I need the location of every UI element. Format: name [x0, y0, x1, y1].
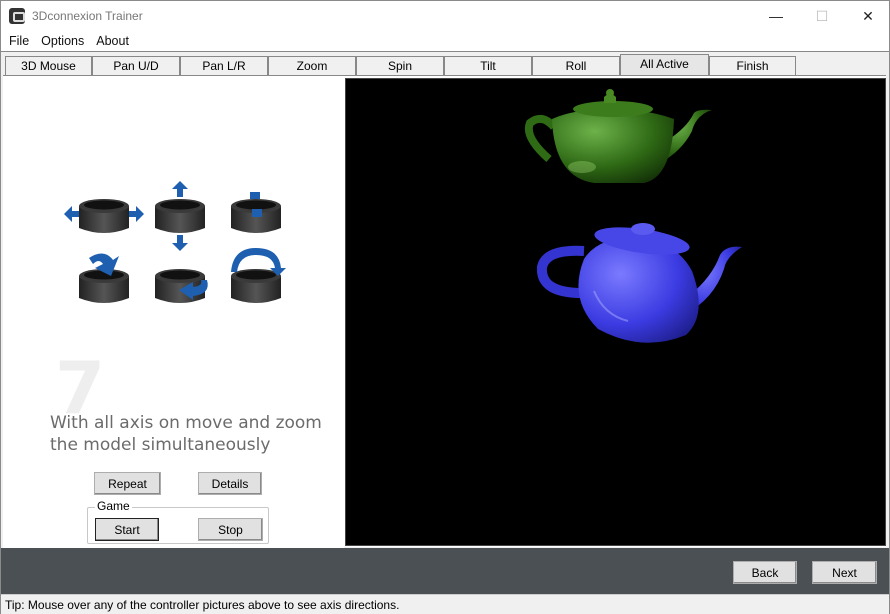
target-teapot [524, 89, 712, 183]
lesson-instruction: With all axis on move and zoom the model… [50, 413, 322, 455]
details-button[interactable]: Details [198, 472, 262, 495]
next-button[interactable]: Next [812, 561, 877, 584]
minimize-button[interactable]: — [753, 1, 799, 31]
pan-up-down-icon[interactable] [155, 181, 205, 251]
tab-spin[interactable]: Spin [356, 56, 444, 75]
pan-left-right-icon[interactable] [64, 199, 144, 233]
app-window: 3Dconnexion Trainer — ☐ ✕ File Options A… [0, 0, 890, 614]
roll-icon[interactable] [231, 248, 286, 303]
start-button[interactable]: Start [95, 518, 159, 541]
title-bar: 3Dconnexion Trainer — ☐ ✕ [1, 1, 889, 31]
game-group-label: Game [95, 499, 132, 513]
tab-all-active[interactable]: All Active [620, 54, 709, 75]
menu-options[interactable]: Options [35, 34, 90, 48]
game-group: Game Start Stop [87, 499, 269, 544]
maximize-button[interactable]: ☐ [799, 1, 845, 31]
menu-file[interactable]: File [3, 34, 35, 48]
teapot-scene [524, 89, 742, 343]
tab-zoom[interactable]: Zoom [268, 56, 356, 75]
back-button[interactable]: Back [733, 561, 797, 584]
tab-roll[interactable]: Roll [532, 56, 620, 75]
tab-pan-lr[interactable]: Pan L/R [180, 56, 268, 75]
stop-button[interactable]: Stop [198, 518, 263, 541]
menu-bar: File Options About [1, 31, 889, 52]
navigation-bar: Back Next [1, 548, 889, 594]
tab-tilt[interactable]: Tilt [444, 56, 532, 75]
tab-pan-ud[interactable]: Pan U/D [92, 56, 180, 75]
tab-bar: 3D Mouse Pan U/D Pan L/R Zoom Spin Tilt … [3, 54, 889, 76]
controller-pictures [64, 181, 286, 303]
tab-content: 7 With all axis on move and zoom the mod… [3, 75, 886, 548]
user-teapot [536, 223, 742, 343]
status-bar: Tip: Mouse over any of the controller pi… [1, 594, 889, 614]
app-icon [9, 8, 25, 24]
zoom-icon[interactable] [231, 192, 281, 233]
window-title: 3Dconnexion Trainer [32, 9, 143, 23]
tab-finish[interactable]: Finish [709, 56, 796, 75]
tab-3d-mouse[interactable]: 3D Mouse [5, 56, 92, 75]
menu-about[interactable]: About [90, 34, 135, 48]
3d-viewport[interactable] [345, 78, 886, 546]
spin-icon[interactable] [155, 269, 208, 303]
close-button[interactable]: ✕ [845, 1, 890, 31]
lesson-panel: 7 With all axis on move and zoom the mod… [3, 76, 344, 548]
repeat-button[interactable]: Repeat [94, 472, 161, 495]
tilt-icon[interactable] [79, 253, 129, 303]
